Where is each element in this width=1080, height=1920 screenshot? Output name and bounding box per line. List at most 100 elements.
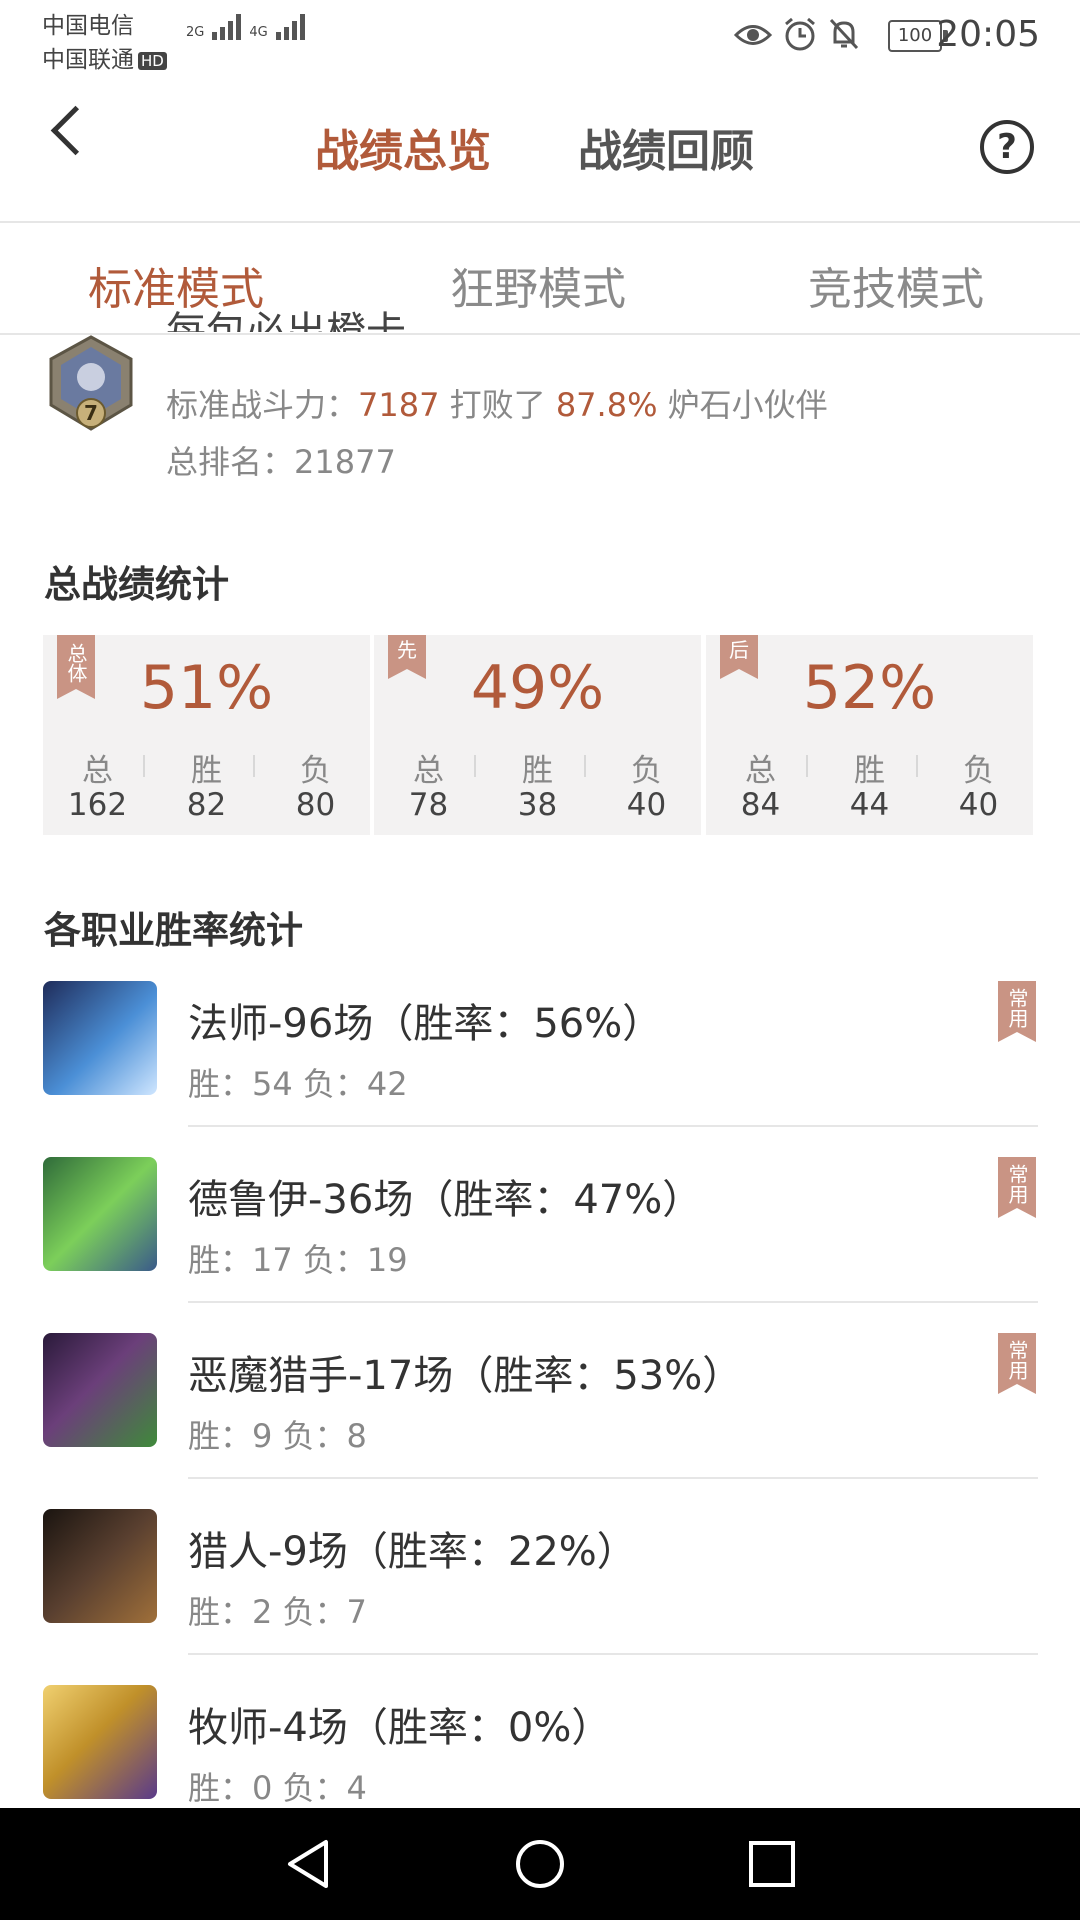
- win-rate: 51%: [139, 653, 274, 723]
- clock: 20:05: [936, 14, 1040, 55]
- net-type-1: 2G: [186, 25, 205, 40]
- nav-home-icon[interactable]: [514, 1838, 566, 1890]
- stat-values: 162 82 80: [43, 787, 370, 823]
- stat-card-overall: 总体 51% 总胜负 162 82 80: [43, 635, 370, 835]
- class-record: 胜：9 负：8: [188, 1417, 367, 1455]
- loss-value: 40: [958, 787, 999, 823]
- summary-title: 总战绩统计: [44, 563, 229, 606]
- row-divider: [188, 1477, 1038, 1479]
- stat-card-first: 先 49% 总胜负 78 38 40: [374, 635, 701, 835]
- hd-badge: HD: [138, 51, 167, 70]
- rank-level: 7: [84, 401, 98, 425]
- divider: [806, 755, 808, 777]
- carrier-2: 中国联通 HD: [42, 40, 167, 74]
- divider: [474, 755, 476, 777]
- stat-labels: 总胜负: [374, 745, 701, 790]
- total-label: 总: [745, 753, 776, 789]
- tab-wild-mode[interactable]: 狂野模式: [450, 253, 626, 317]
- power-value: 7187: [358, 386, 440, 424]
- class-name: 法师-96场（胜率：56%）: [188, 1001, 663, 1047]
- carrier-1: 中国电信: [42, 13, 134, 39]
- divider: [584, 755, 586, 777]
- hunter-avatar: [43, 1509, 157, 1623]
- loss-label: 负: [300, 753, 331, 789]
- mage-avatar: [43, 981, 157, 1095]
- system-nav-bar: [0, 1808, 1080, 1920]
- loss-value: 80: [295, 787, 336, 823]
- nav-back-icon[interactable]: [282, 1838, 334, 1890]
- beat-percent: 87.8%: [555, 386, 658, 424]
- total-value: 162: [67, 787, 128, 823]
- class-name: 猎人-9场（胜率：22%）: [188, 1529, 637, 1575]
- tab-overview[interactable]: 战绩总览: [315, 115, 491, 179]
- class-record: 胜：17 负：19: [188, 1241, 408, 1279]
- win-value: 44: [849, 787, 890, 823]
- loss-value: 40: [626, 787, 667, 823]
- class-row[interactable]: 法师-96场（胜率：56%） 胜：54 负：42 常用: [0, 981, 1080, 1157]
- win-label: 胜: [191, 753, 222, 789]
- class-name: 恶魔猎手-17场（胜率：53%）: [188, 1353, 743, 1399]
- frequent-tag: 常用: [998, 1333, 1036, 1394]
- class-row[interactable]: 猎人-9场（胜率：22%） 胜：2 负：7: [0, 1509, 1080, 1685]
- win-rate: 52%: [802, 653, 937, 723]
- win-value: 38: [517, 787, 558, 823]
- frequent-tag: 常用: [998, 1157, 1036, 1218]
- rank-label: 总排名：: [166, 443, 295, 481]
- stat-values: 78 38 40: [374, 787, 701, 823]
- total-value: 84: [740, 787, 781, 823]
- beat-suffix: 炉石小伙伴: [657, 386, 828, 424]
- druid-avatar: [43, 1157, 157, 1271]
- frequent-tag: 常用: [998, 981, 1036, 1042]
- class-record: 胜：0 负：4: [188, 1769, 367, 1807]
- carrier-2-label: 中国联通: [42, 47, 134, 73]
- loss-label: 负: [963, 753, 994, 789]
- tab-review[interactable]: 战绩回顾: [578, 115, 754, 179]
- net-type-2: 4G: [249, 25, 268, 40]
- loss-label: 负: [631, 753, 662, 789]
- total-label: 总: [413, 753, 444, 789]
- class-row[interactable]: 德鲁伊-36场（胜率：47%） 胜：17 负：19 常用: [0, 1157, 1080, 1333]
- stat-card-second: 后 52% 总胜负 84 44 40: [706, 635, 1033, 835]
- eye-icon: [733, 25, 773, 45]
- signal-bars-icon-2: [275, 14, 305, 40]
- row-divider: [188, 1125, 1038, 1127]
- class-name: 牧师-4场（胜率：0%）: [188, 1705, 612, 1751]
- stat-labels: 总胜负: [706, 745, 1033, 790]
- help-icon[interactable]: ?: [980, 120, 1034, 174]
- mode-tabs: 标准模式 狂野模式 竞技模式: [0, 223, 1080, 335]
- win-label: 胜: [522, 753, 553, 789]
- demon-hunter-avatar: [43, 1333, 157, 1447]
- rank-line: 总排名：21877: [166, 437, 396, 483]
- back-arrow-icon[interactable]: [50, 105, 101, 156]
- rank-value: 21877: [294, 443, 396, 481]
- tab-arena-mode[interactable]: 竞技模式: [808, 253, 984, 317]
- top-header: 战绩总览 战绩回顾 ?: [0, 75, 1080, 223]
- class-row[interactable]: 恶魔猎手-17场（胜率：53%） 胜：9 负：8 常用: [0, 1333, 1080, 1509]
- status-bar: 中国电信 中国联通 HD 2G 4G 100 20:05: [0, 0, 1080, 75]
- alarm-icon: [785, 17, 815, 51]
- win-value: 82: [186, 787, 227, 823]
- win-label: 胜: [854, 753, 885, 789]
- stat-labels: 总胜负: [43, 745, 370, 790]
- player-name: 每包必出橙卡: [166, 309, 406, 332]
- class-record: 胜：54 负：42: [188, 1065, 408, 1103]
- total-label: 总: [82, 753, 113, 789]
- battery-icon: 100: [888, 20, 948, 52]
- mute-bell-icon: [829, 18, 859, 50]
- nav-recents-icon[interactable]: [746, 1838, 798, 1890]
- row-divider: [188, 1653, 1038, 1655]
- divider: [253, 755, 255, 777]
- class-row[interactable]: 牧师-4场（胜率：0%） 胜：0 负：4: [0, 1685, 1080, 1808]
- signal-bars-icon: [212, 14, 242, 40]
- class-record: 胜：2 负：7: [188, 1593, 367, 1631]
- class-stats-title: 各职业胜率统计: [44, 909, 303, 952]
- divider: [143, 755, 145, 777]
- row-divider: [188, 1301, 1038, 1303]
- signal-group: 2G 4G: [186, 14, 305, 40]
- rank-badge-icon: 7: [49, 335, 133, 431]
- win-rate: 49%: [470, 653, 605, 723]
- priest-avatar: [43, 1685, 157, 1799]
- stat-values: 84 44 40: [706, 787, 1033, 823]
- power-line: 标准战斗力：7187 打败了 87.8% 炉石小伙伴: [166, 380, 828, 426]
- power-label: 标准战斗力：: [166, 386, 359, 424]
